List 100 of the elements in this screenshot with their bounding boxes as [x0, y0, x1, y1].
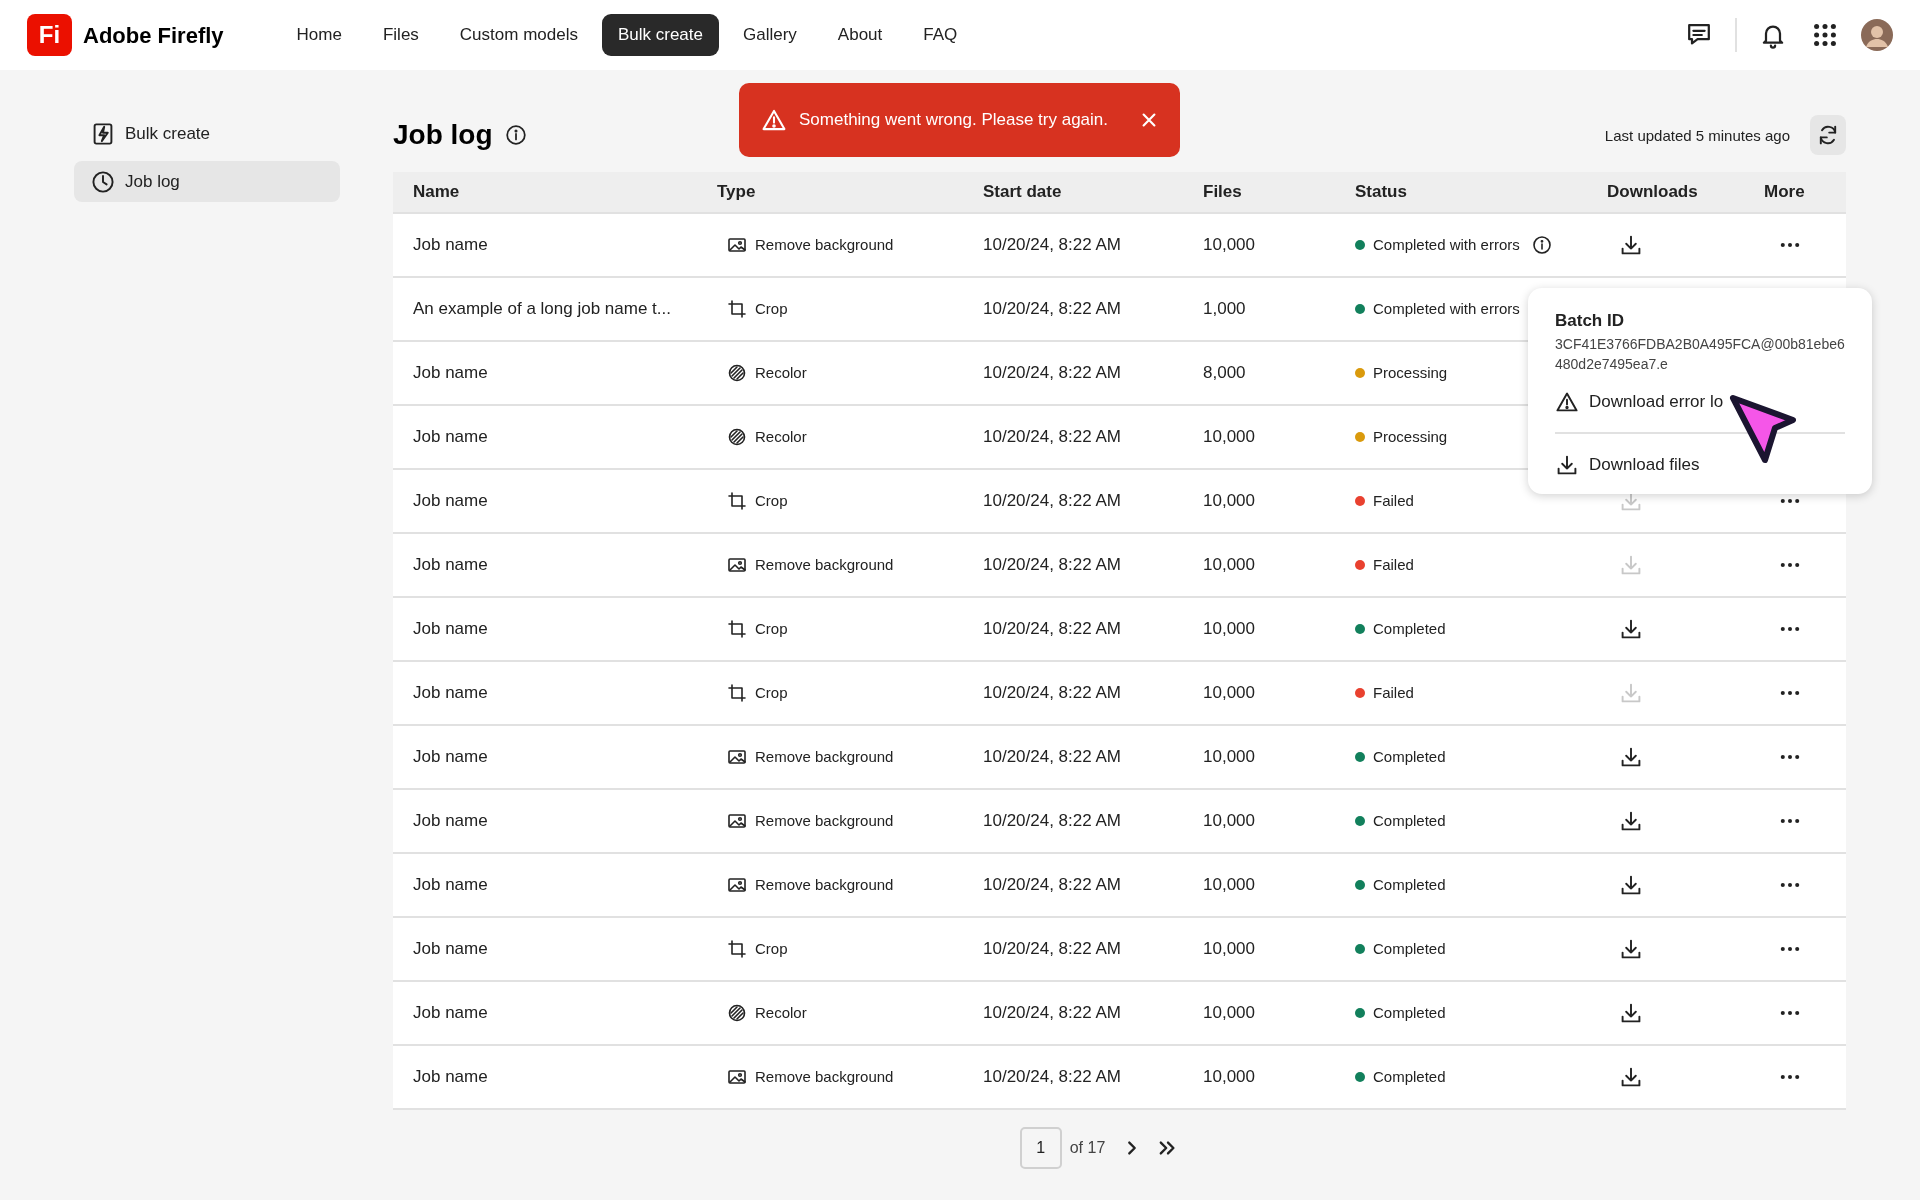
table-cell-text: 10/20/24, 8:22 AM [982, 490, 1122, 513]
table-cell-text: 10/20/24, 8:22 AM [982, 874, 1122, 897]
status-text: Completed [1373, 874, 1446, 895]
status-text: Processing [1373, 426, 1448, 447]
table-cell-text: Crop [755, 298, 788, 319]
table-cell-text: 10/20/24, 8:22 AM [982, 682, 1122, 705]
info-icon[interactable] [504, 124, 527, 146]
table-cell-text: 10,000 [1202, 234, 1256, 257]
status-text: Completed [1373, 746, 1446, 767]
crop-icon [727, 683, 747, 703]
app-name: Adobe Firefly [83, 21, 224, 50]
column-header: Name [412, 181, 461, 204]
table-cell-text: Job name [412, 618, 489, 641]
table-cell-text: 10/20/24, 8:22 AM [982, 554, 1122, 577]
crop-icon [727, 299, 747, 319]
avatar-icon[interactable] [1861, 19, 1893, 51]
download-icon[interactable] [1619, 937, 1643, 961]
image-icon [727, 555, 747, 575]
table-cell-text: Remove background [755, 874, 894, 895]
table-cell-text: Job name [412, 234, 489, 257]
menu-item[interactable]: Download files [1555, 450, 1700, 479]
table-cell-text: 10/20/24, 8:22 AM [982, 1002, 1122, 1025]
nav-tab[interactable]: Gallery [726, 14, 814, 56]
download-icon[interactable] [1619, 809, 1643, 833]
nav-tab[interactable]: Home [279, 14, 359, 56]
status-text: Completed [1373, 1002, 1446, 1023]
table-cell-text: 10,000 [1202, 746, 1256, 769]
table-cell-text: Job name [412, 938, 489, 961]
table-cell-text: 10,000 [1202, 682, 1256, 705]
table-cell-text: Recolor [755, 426, 807, 447]
status-text: Completed [1373, 938, 1446, 959]
table-cell-text: 10,000 [1202, 618, 1256, 641]
page-title: Job log [393, 118, 493, 152]
table-cell-text: 10,000 [1202, 810, 1256, 833]
nav-tab[interactable]: Custom models [442, 14, 595, 56]
column-header: More [1763, 181, 1806, 204]
status-text: Completed with errors [1373, 298, 1520, 319]
close-icon[interactable] [1140, 111, 1158, 129]
column-header: Files [1202, 181, 1243, 204]
palette-icon [727, 363, 747, 383]
toast-message: Something went wrong. Please try again. [799, 109, 1108, 132]
table-cell-text: Job name [412, 554, 489, 577]
last-updated-text: Last updated 5 minutes ago [1604, 126, 1790, 146]
table-cell-text: Crop [755, 618, 788, 639]
nav-tab[interactable]: About [820, 14, 900, 56]
table-cell-text: Job name [412, 746, 489, 769]
table-cell-text: 10/20/24, 8:22 AM [982, 1066, 1122, 1089]
table-cell-text: 10,000 [1202, 426, 1256, 449]
crop-icon [727, 619, 747, 639]
nav-tab[interactable]: Files [365, 14, 436, 56]
table-cell-text: 10/20/24, 8:22 AM [982, 362, 1122, 385]
download-icon[interactable] [1619, 1001, 1643, 1025]
nav-tab[interactable]: Bulk create [601, 14, 719, 56]
pointer-cursor-icon [1728, 392, 1798, 466]
table-cell-text: 10/20/24, 8:22 AM [982, 426, 1122, 449]
apps-grid-icon[interactable] [1811, 21, 1839, 49]
image-icon [727, 811, 747, 831]
crop-icon [727, 939, 747, 959]
table-cell-text: 10/20/24, 8:22 AM [982, 298, 1122, 321]
table-cell-text: Job name [412, 1066, 489, 1089]
status-text: Failed [1373, 490, 1414, 511]
table-cell-text: Remove background [755, 746, 894, 767]
download-icon[interactable] [1619, 233, 1643, 257]
table-cell-text: 10,000 [1202, 490, 1256, 513]
refresh-button[interactable] [1810, 115, 1846, 155]
table-cell-text: 10/20/24, 8:22 AM [982, 810, 1122, 833]
table-cell-text: 10,000 [1202, 554, 1256, 577]
table-cell-text: Job name [412, 426, 489, 449]
status-text: Processing [1373, 362, 1448, 383]
table-cell-text: Crop [755, 938, 788, 959]
table-cell-text: Job name [412, 490, 489, 513]
batch-id-text: 480d2e7495ea7.e [1555, 354, 1669, 374]
palette-icon [727, 1003, 747, 1023]
table-cell-text: Job name [412, 682, 489, 705]
sidebar-item[interactable]: Job log [74, 161, 340, 202]
table-cell-text: Crop [755, 490, 788, 511]
download-icon[interactable] [1619, 873, 1643, 897]
status-text: Completed [1373, 810, 1446, 831]
table-cell-text: Remove background [755, 554, 894, 575]
info-icon[interactable] [1531, 235, 1552, 255]
menu-item[interactable]: Download error lo [1555, 387, 1724, 416]
column-header: Type [716, 181, 757, 204]
table-cell-text: An example of a long job name t... [412, 298, 672, 321]
column-header: Downloads [1606, 181, 1699, 204]
download-icon[interactable] [1619, 617, 1643, 641]
table-cell-text: Job name [412, 362, 489, 385]
nav-tab[interactable]: FAQ [906, 14, 975, 56]
warning-icon [761, 107, 787, 133]
table-cell-text: Remove background [755, 1066, 894, 1087]
table-cell-text: 10,000 [1202, 938, 1256, 961]
page-count-text: of 17 [1069, 1138, 1106, 1158]
page-input[interactable]: 1 [1019, 1127, 1062, 1169]
sidebar-item[interactable]: Bulk create [74, 113, 340, 154]
crop-icon [727, 491, 747, 511]
status-text: Failed [1373, 554, 1414, 575]
download-icon[interactable] [1619, 1065, 1643, 1089]
table-cell-text: Job name [412, 1002, 489, 1025]
popover-title: Batch ID [1555, 310, 1625, 332]
table-cell-text: Remove background [755, 810, 894, 831]
download-icon[interactable] [1619, 745, 1643, 769]
